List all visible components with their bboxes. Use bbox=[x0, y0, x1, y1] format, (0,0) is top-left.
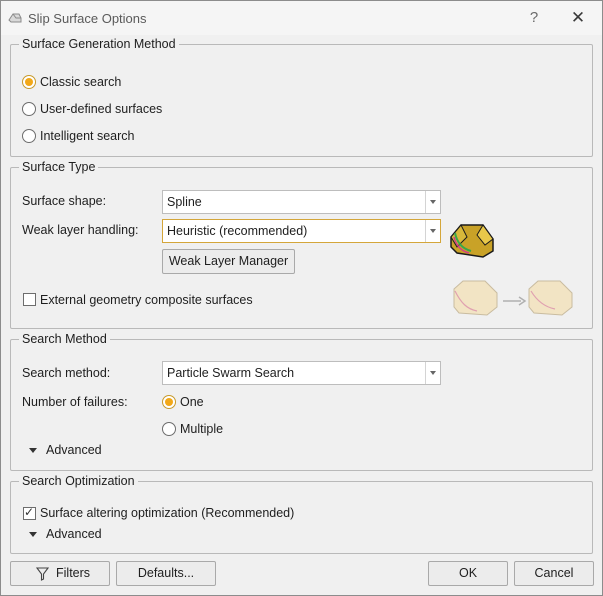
search-method-value: Particle Swarm Search bbox=[167, 366, 295, 380]
window-title: Slip Surface Options bbox=[28, 11, 147, 26]
external-geometry-label[interactable]: External geometry composite surfaces bbox=[40, 293, 253, 307]
failures-multiple-label[interactable]: Multiple bbox=[180, 422, 223, 436]
ok-button[interactable]: OK bbox=[428, 561, 508, 586]
classic-search-radio[interactable] bbox=[22, 75, 36, 89]
surface-type-legend: Surface Type bbox=[22, 160, 96, 174]
failures-one-radio[interactable] bbox=[162, 395, 176, 409]
weak-layer-slope-icon bbox=[450, 224, 494, 258]
weak-layer-handling-label: Weak layer handling: bbox=[22, 223, 139, 237]
chevron-down-icon[interactable] bbox=[425, 362, 440, 384]
intelligent-search-label[interactable]: Intelligent search bbox=[40, 129, 135, 143]
composite-surface-icon bbox=[453, 280, 573, 316]
search-method-advanced-toggle[interactable]: Advanced bbox=[46, 443, 102, 457]
weak-layer-handling-dropdown[interactable]: Heuristic (recommended) bbox=[162, 219, 441, 243]
user-defined-surfaces-label[interactable]: User-defined surfaces bbox=[40, 102, 162, 116]
surface-altering-label[interactable]: Surface altering optimization (Recommend… bbox=[40, 506, 294, 520]
surface-shape-dropdown[interactable]: Spline bbox=[162, 190, 441, 214]
user-defined-surfaces-radio[interactable] bbox=[22, 102, 36, 116]
classic-search-label[interactable]: Classic search bbox=[40, 75, 121, 89]
expand-triangle-icon[interactable] bbox=[29, 448, 37, 453]
chevron-down-icon[interactable] bbox=[425, 220, 440, 242]
search-method-dropdown[interactable]: Particle Swarm Search bbox=[162, 361, 441, 385]
close-button[interactable]: ✕ bbox=[567, 7, 589, 29]
failures-multiple-radio[interactable] bbox=[162, 422, 176, 436]
failures-one-label[interactable]: One bbox=[180, 395, 204, 409]
surface-shape-value: Spline bbox=[167, 195, 202, 209]
defaults-button[interactable]: Defaults... bbox=[116, 561, 216, 586]
external-geometry-checkbox[interactable] bbox=[23, 293, 36, 306]
search-method-label: Search method: bbox=[22, 366, 111, 380]
surface-generation-legend: Surface Generation Method bbox=[22, 37, 176, 51]
filter-funnel-icon bbox=[36, 567, 49, 581]
title-bar: Slip Surface Options ? ✕ bbox=[1, 1, 602, 35]
surface-shape-label: Surface shape: bbox=[22, 194, 107, 208]
cancel-button[interactable]: Cancel bbox=[514, 561, 594, 586]
chevron-down-icon[interactable] bbox=[425, 191, 440, 213]
filters-button[interactable]: Filters bbox=[10, 561, 110, 586]
weak-layer-manager-button[interactable]: Weak Layer Manager bbox=[162, 249, 295, 274]
number-of-failures-label: Number of failures: bbox=[22, 395, 128, 409]
surface-altering-checkbox[interactable] bbox=[23, 505, 36, 520]
filters-label: Filters bbox=[56, 566, 91, 580]
search-optimization-legend: Search Optimization bbox=[22, 474, 135, 488]
help-button[interactable]: ? bbox=[523, 7, 545, 29]
search-optimization-advanced-toggle[interactable]: Advanced bbox=[46, 527, 102, 541]
expand-triangle-icon[interactable] bbox=[29, 532, 37, 537]
slip-surface-app-icon bbox=[8, 13, 22, 23]
weak-layer-handling-value: Heuristic (recommended) bbox=[167, 224, 308, 238]
intelligent-search-radio[interactable] bbox=[22, 129, 36, 143]
search-method-legend: Search Method bbox=[22, 332, 107, 346]
dialog-window: Slip Surface Options ? ✕ Surface Generat… bbox=[0, 0, 603, 596]
